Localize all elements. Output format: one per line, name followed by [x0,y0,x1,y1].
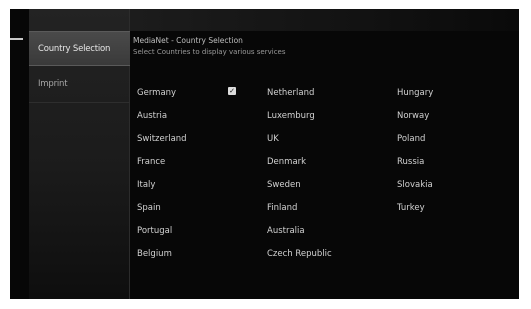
left-indicator [10,38,23,40]
country-netherland[interactable]: Netherland [267,88,314,98]
country-spain[interactable]: Spain [137,203,161,213]
sidebar-item-back[interactable]: Back [29,9,130,23]
country-norway[interactable]: Norway [397,111,429,121]
country-belgium[interactable]: Belgium [137,249,172,259]
country-germany[interactable]: Germany [137,88,176,98]
check-icon: ✓ [229,87,235,95]
country-turkey[interactable]: Turkey [397,203,425,213]
country-austria[interactable]: Austria [137,111,167,121]
country-poland[interactable]: Poland [397,134,425,144]
sidebar-item-country-selection[interactable]: Country Selection [29,31,130,66]
country-luxemburg[interactable]: Luxemburg [267,111,315,121]
country-denmark[interactable]: Denmark [267,157,306,167]
country-sweden[interactable]: Sweden [267,180,301,190]
page-subtitle: Select Countries to display various serv… [133,48,286,56]
country-russia[interactable]: Russia [397,157,424,167]
sidebar-divider [29,102,130,103]
country-switzerland[interactable]: Switzerland [137,134,187,144]
country-italy[interactable]: Italy [137,180,155,190]
country-uk[interactable]: UK [267,134,279,144]
country-australia[interactable]: Australia [267,226,305,236]
country-czech-republic[interactable]: Czech Republic [267,249,332,259]
germany-checkbox[interactable]: ✓ [228,87,236,95]
country-hungary[interactable]: Hungary [397,88,433,98]
country-slovakia[interactable]: Slovakia [397,180,433,190]
top-bar [130,9,519,31]
country-finland[interactable]: Finland [267,203,297,213]
country-portugal[interactable]: Portugal [137,226,172,236]
page-title: MediaNet - Country Selection [133,36,243,45]
sidebar: Back Country Selection Imprint [29,9,130,299]
sidebar-item-imprint[interactable]: Imprint [29,67,130,102]
country-france[interactable]: France [137,157,165,167]
